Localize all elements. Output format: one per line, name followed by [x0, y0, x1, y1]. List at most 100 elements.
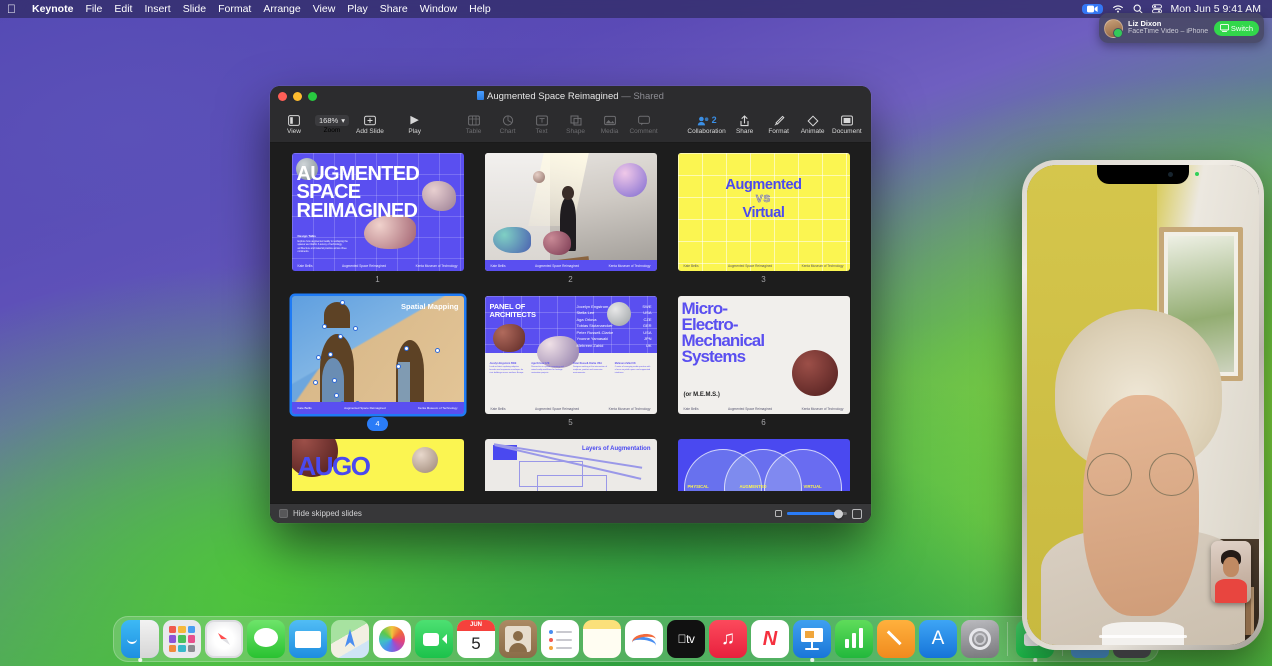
menu-arrange[interactable]: Arrange [257, 3, 306, 15]
window-controls[interactable] [278, 92, 317, 101]
dock-item-facetime[interactable] [415, 620, 453, 658]
dock-item-messages[interactable] [247, 620, 285, 658]
slide-cell-6[interactable]: Micro- Electro- Mechanical Systems (or M… [678, 296, 850, 429]
collaboration-button[interactable]: 2 Collaboration [686, 114, 728, 135]
dock-item-maps[interactable] [331, 620, 369, 658]
video-camera-icon[interactable] [1082, 4, 1103, 14]
dock-item-reminders[interactable] [541, 620, 579, 658]
view-button[interactable]: View [277, 114, 311, 135]
facetime-notification-banner[interactable]: Liz Dixon FaceTime Video – iPhone › Swit… [1099, 13, 1264, 43]
dock-item-photos[interactable] [373, 620, 411, 658]
dock-item-pages[interactable] [877, 620, 915, 658]
share-button[interactable]: Share [728, 114, 762, 135]
selection-handle[interactable] [338, 334, 343, 339]
selection-handle[interactable] [313, 380, 318, 385]
menu-help[interactable]: Help [463, 3, 497, 15]
thumbnail-size-slider[interactable] [775, 509, 862, 519]
menu-play[interactable]: Play [341, 3, 373, 15]
dock-item-freeform[interactable] [625, 620, 663, 658]
slide-thumbnail-5[interactable]: PANEL OF ARCHITECTS Jocelyn Engstrom Ste… [485, 296, 657, 414]
document-button[interactable]: Document [830, 114, 864, 135]
animate-button[interactable]: Animate [796, 114, 830, 135]
shape-button[interactable]: Shape [559, 114, 593, 135]
menu-edit[interactable]: Edit [108, 3, 138, 15]
selection-handle[interactable] [328, 352, 333, 357]
chart-button[interactable]: Chart [491, 114, 525, 135]
slider-track[interactable] [787, 512, 847, 515]
text-button[interactable]: Text [525, 114, 559, 135]
dock-item-settings[interactable] [961, 620, 999, 658]
minimize-button[interactable] [293, 92, 302, 101]
dock-item-finder[interactable] [121, 620, 159, 658]
dock-item-safari[interactable] [205, 620, 243, 658]
hide-skipped-slides-checkbox[interactable] [279, 509, 288, 518]
slide-cell-4[interactable]: Spatial Mapping [292, 296, 464, 429]
maximize-button[interactable] [308, 92, 317, 101]
menu-share[interactable]: Share [374, 3, 414, 15]
slide-cell-2[interactable]: Kate Bellis Augmented Space Reimagined K… [485, 153, 657, 286]
slide-thumbnail-4[interactable]: Spatial Mapping [292, 296, 464, 414]
add-slide-button[interactable]: Add Slide [353, 114, 387, 135]
menu-view[interactable]: View [307, 3, 342, 15]
keynote-toolbar[interactable]: View 168% ▾ Zoom Add Slide ▶ Play Table [270, 107, 871, 143]
small-thumbnail-icon[interactable] [775, 510, 782, 517]
keynote-status-bar[interactable]: Hide skipped slides [270, 503, 871, 523]
slide-thumbnail-2[interactable]: Kate Bellis Augmented Space Reimagined K… [485, 153, 657, 271]
apple-logo-icon[interactable]:  [7, 3, 16, 15]
slide-thumbnail-6[interactable]: Micro- Electro- Mechanical Systems (or M… [678, 296, 850, 414]
menu-slide[interactable]: Slide [177, 3, 212, 15]
slide-thumbnail-1[interactable]: AUGMENTED SPACE REIMAGINED Design Talks … [292, 153, 464, 271]
home-indicator[interactable] [1099, 635, 1187, 639]
menu-keynote[interactable]: Keynote [26, 3, 79, 15]
selection-handle[interactable] [396, 364, 401, 369]
comment-button[interactable]: Comment [627, 114, 661, 135]
menu-insert[interactable]: Insert [138, 3, 176, 15]
selection-handle[interactable] [353, 326, 358, 331]
selection-handle[interactable] [334, 393, 339, 398]
slider-thumb[interactable] [834, 509, 843, 518]
selection-handle[interactable] [322, 324, 327, 329]
dock-item-contacts[interactable] [499, 620, 537, 658]
dock-item-notes[interactable] [583, 620, 621, 658]
menu-window[interactable]: Window [414, 3, 463, 15]
dock-item-appstore[interactable] [919, 620, 957, 658]
slide-thumbnail-7[interactable]: AUGO [292, 439, 464, 491]
zoom-dropdown[interactable]: 168% ▾ [315, 115, 349, 126]
self-view-pip[interactable] [1211, 541, 1251, 603]
menu-format[interactable]: Format [212, 3, 257, 15]
dock-item-news[interactable] [751, 620, 789, 658]
media-button[interactable]: Media [593, 114, 627, 135]
menu-file[interactable]: File [79, 3, 108, 15]
format-button[interactable]: Format [762, 114, 796, 135]
slide-cell-3[interactable]: Augmented VS Virtual Kate Bellis Augment… [678, 153, 850, 286]
large-thumbnail-icon[interactable] [852, 509, 862, 519]
slide-thumbnail-9[interactable]: PHYSICAL AUGMENTED VIRTUAL [678, 439, 850, 491]
keynote-window[interactable]: Augmented Space Reimagined — Shared View… [270, 86, 871, 523]
dock-item-launchpad[interactable] [163, 620, 201, 658]
selection-handle[interactable] [332, 378, 337, 383]
selection-handle[interactable] [340, 300, 345, 305]
slide-cell-1[interactable]: AUGMENTED SPACE REIMAGINED Design Talks … [292, 153, 464, 286]
table-button[interactable]: Table [457, 114, 491, 135]
dock-item-mail[interactable] [289, 620, 327, 658]
slide-navigator[interactable]: AUGMENTED SPACE REIMAGINED Design Talks … [270, 143, 871, 523]
dock-item-keynote[interactable] [793, 620, 831, 658]
slide-cell-5[interactable]: PANEL OF ARCHITECTS Jocelyn Engstrom Ste… [485, 296, 657, 429]
slide-thumbnail-3[interactable]: Augmented VS Virtual Kate Bellis Augment… [678, 153, 850, 271]
switch-button[interactable]: Switch [1214, 21, 1259, 36]
slide-thumbnail-8[interactable]: Layers of Augmentation [485, 439, 657, 491]
zoom-control[interactable]: 168% ▾ Zoom [311, 115, 353, 134]
dock-item-numbers[interactable] [835, 620, 873, 658]
play-button[interactable]: ▶ Play [398, 114, 432, 135]
close-button[interactable] [278, 92, 287, 101]
dock[interactable]: JUN 5 tv [113, 616, 1159, 662]
dock-item-calendar[interactable]: JUN 5 [457, 620, 495, 658]
selection-handle[interactable] [404, 346, 409, 351]
selection-handle[interactable] [435, 348, 440, 353]
dock-item-music[interactable] [709, 620, 747, 658]
dock-item-appletv[interactable]: tv [667, 620, 705, 658]
iphone-device[interactable] [1022, 160, 1264, 650]
window-titlebar[interactable]: Augmented Space Reimagined — Shared [270, 86, 871, 107]
selection-handle[interactable] [316, 355, 321, 360]
iphone-screen[interactable] [1027, 165, 1259, 645]
